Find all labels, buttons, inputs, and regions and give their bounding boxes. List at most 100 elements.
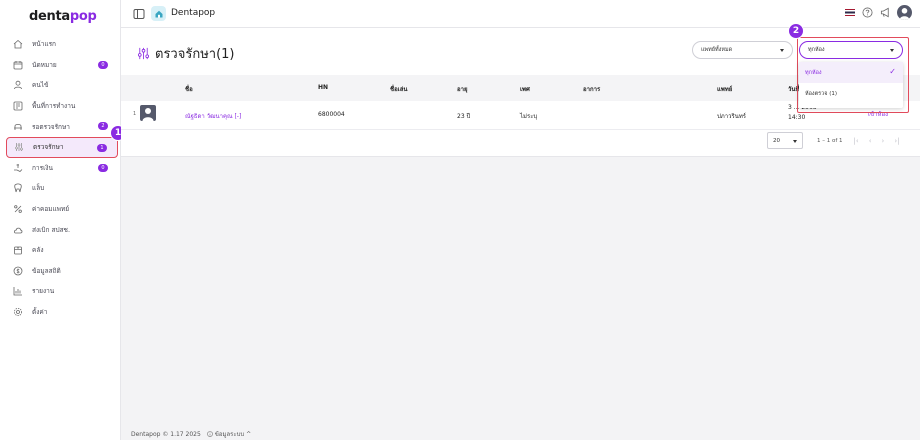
column-header-doctor[interactable]: แพทย์ [717,84,732,94]
sidebar-item-patients[interactable]: คนไข้ [6,75,118,96]
cloud-icon [12,224,24,236]
sidebar-item-nhso-claim[interactable]: ส่งเบิก สปสช. [6,219,118,240]
doctor-filter-value: แพทย์ทั้งหมด [701,47,733,53]
user-avatar[interactable] [897,5,912,20]
finance-count-badge: 0 [98,163,108,172]
sidebar-item-label: คนไข้ [32,81,49,90]
sidebar-toggle-icon[interactable] [133,8,145,20]
megaphone-icon[interactable] [879,7,891,19]
chevron-down-icon [780,49,784,52]
sidebar-item-home[interactable]: หน้าแรก [6,34,118,55]
logo-prefix: denta [29,9,70,24]
check-icon: ✓ [889,67,896,76]
patient-name-link[interactable]: ณัฐธิดา วัฒนาคุณ [-] [185,111,241,121]
sidebar-item-workspace[interactable]: พื้นที่การทำงาน [6,96,118,117]
sliders-icon [13,141,25,153]
room-option-all[interactable]: ทุกห้อง ✓ [799,62,903,83]
workspace-icon [12,100,24,112]
help-icon[interactable] [861,7,873,19]
sidebar-item-label: ข้อมูลสถิติ [32,266,61,275]
column-header-nickname[interactable]: ชื่อเล่น [390,84,408,94]
calendar-icon [12,59,24,71]
sidebar-item-lab[interactable]: แล็บ [6,178,118,199]
sidebar-item-label: หน้าแรก [32,40,56,49]
page-size-value: 20 [773,137,780,144]
column-header-name[interactable]: ชื่อ [185,84,193,94]
sidebar-item-label: แล็บ [32,184,45,193]
room-filter-dropdown: ทุกห้อง ✓ ห้องตรวจ (1) [799,62,903,108]
patient-doctor: ปภาวรินทร์ [717,113,747,120]
sidebar-item-label: ตรวจรักษา [33,143,64,152]
page-size-select[interactable]: 20 [767,132,803,149]
sidebar-item-label: ส่งเบิก สปสช. [32,225,71,234]
dentapop-logo[interactable]: dentapop [29,9,97,24]
thai-flag-icon[interactable] [845,9,855,16]
next-page-icon[interactable]: › [882,137,885,145]
chevron-down-icon [793,140,797,143]
clinic-name[interactable]: Dentapop [171,8,215,18]
footer-copyright: Dentapop © 1.17 2025 [131,430,201,438]
sidebar-item-label: รอตรวจรักษา [32,122,70,131]
sidebar-item-label: ค่าคอมแพทย์ [32,205,70,214]
appointment-time: 14:30 [788,114,806,121]
gear-icon [12,306,24,318]
page-title: ตรวจรักษา(1) [155,47,235,62]
column-header-gender[interactable]: เพศ [520,84,530,94]
treatment-count-badge: 1 [97,143,107,152]
first-page-icon[interactable]: |‹ [854,137,859,145]
footer: Dentapop © 1.17 2025 ข้อมูลระบบ ^ [131,429,251,439]
room-option-label: ห้องตรวจ (1) [805,90,837,97]
waiting-count-badge: 2 [98,122,108,131]
system-info-toggle[interactable]: ข้อมูลระบบ ^ [215,429,251,439]
top-right-actions [845,5,912,20]
sidebar-item-commission[interactable]: ค่าคอมแพทย์ [6,199,118,220]
sidebar-nav: หน้าแรก นัดหมาย 0 คนไข้ พื้นที่การทำงาน … [6,34,118,322]
info-circle-icon [206,431,213,437]
sidebar-item-statistics[interactable]: ข้อมูลสถิติ [6,261,118,282]
patient-hn: 6800004 [318,111,345,118]
column-header-hn[interactable]: HN [318,84,328,91]
sidebar-item-label: นัดหมาย [32,60,57,69]
sidebar-item-treatment[interactable]: ตรวจรักษา 1 [6,136,118,158]
inventory-icon [12,244,24,256]
sidebar-item-waiting[interactable]: รอตรวจรักษา 2 [6,116,118,137]
dollar-circle-icon [12,265,24,277]
page-range-info: 1 – 1 of 1 [817,137,843,144]
sidebar-item-label: พื้นที่การทำงาน [32,102,76,111]
sidebar-item-settings[interactable]: ตั้งค่า [6,302,118,323]
percent-icon [12,203,24,215]
patient-gender: ไม่ระบุ [520,113,538,120]
patient-age: 23 ปี [457,113,471,120]
chart-icon [12,285,24,297]
sidebar-item-inventory[interactable]: คลัง [6,240,118,261]
sidebar-item-label: ตั้งค่า [32,308,48,317]
sidebar-item-appointments[interactable]: นัดหมาย 0 [6,55,118,76]
doctor-filter-select[interactable]: แพทย์ทั้งหมด [692,41,793,59]
column-header-symptom[interactable]: อาการ [583,84,600,94]
logo-suffix: pop [69,9,97,24]
sidebar-item-finance[interactable]: การเงิน 0 [6,158,118,179]
sidebar-item-label: รายงาน [32,287,55,296]
row-index: 1 [133,111,137,117]
last-page-icon[interactable]: ›| [894,137,899,145]
room-option-label: ทุกห้อง [805,69,822,76]
clinic-home-icon [151,6,166,21]
previous-page-icon[interactable]: ‹ [869,137,872,145]
payment-hand-icon [12,162,24,174]
page-header: ตรวจรักษา(1) [137,43,234,64]
column-header-age[interactable]: อายุ [457,84,468,94]
sidebar-item-label: คลัง [32,246,44,255]
sidebar-item-label: การเงิน [32,163,53,172]
home-icon [12,38,24,50]
pagination: 20 1 – 1 of 1 |‹ ‹ › ›| [767,132,900,149]
room-option-exam[interactable]: ห้องตรวจ (1) [799,83,903,104]
appointments-count-badge: 0 [98,60,108,69]
callout-marker-2: 2 [788,23,804,39]
sidebar: dentapop หน้าแรก นัดหมาย 0 คนไข้ พื้นที่… [0,0,121,440]
sliders-icon [137,47,150,60]
sidebar-item-reports[interactable]: รายงาน [6,281,118,302]
page-nav-buttons: |‹ ‹ › ›| [854,137,900,145]
tooth-icon [12,182,24,194]
user-icon [12,79,24,91]
waiting-chair-icon [12,121,24,133]
